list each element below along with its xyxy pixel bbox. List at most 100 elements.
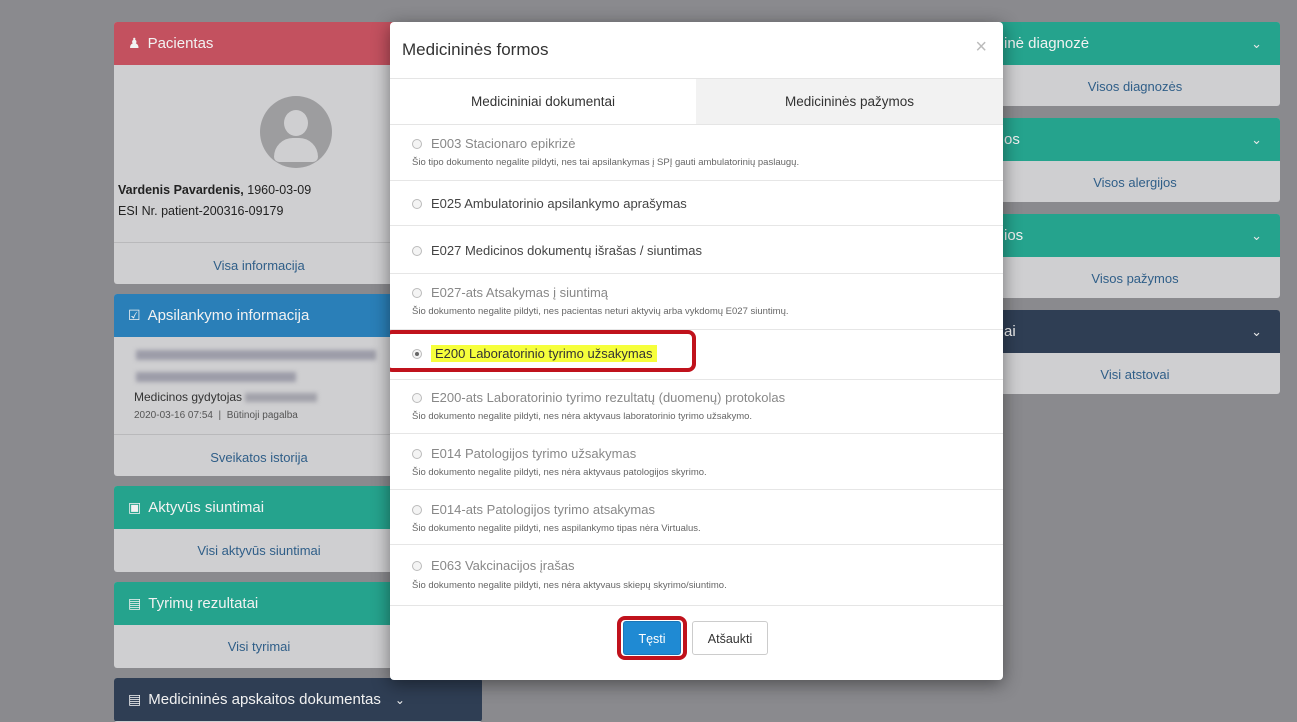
representatives-panel: ai ⌄ Visi atstovai — [990, 310, 1280, 394]
option-label: E003 Stacionaro epikrizė — [431, 136, 576, 151]
patient-info-link[interactable]: Visa informacija — [114, 258, 404, 273]
avatar-body-icon — [274, 138, 318, 162]
referrals-panel-title: Aktyvūs siuntimai — [148, 499, 265, 516]
option-e027-ats: E027-ats Atsakymas į siuntimą Šio dokume… — [390, 274, 1003, 330]
option-e200-ats: E200-ats Laboratorinio tyrimo rezultatų … — [390, 380, 1003, 434]
representatives-panel-title: ai — [1004, 323, 1016, 340]
patient-name-line: Vardenis Pavardenis, 1960-03-09 — [118, 183, 311, 197]
modal-title: Medicininės formos — [402, 40, 549, 59]
radio-button — [412, 504, 422, 515]
blurred-institution — [136, 350, 376, 360]
annotation-highlight-box — [390, 330, 696, 372]
representatives-panel-header[interactable]: ai ⌄ — [990, 310, 1280, 353]
chevron-down-icon: ⌄ — [1251, 35, 1262, 51]
avatar — [260, 96, 332, 168]
radio-button — [412, 392, 422, 403]
option-e025[interactable]: E025 Ambulatorinio apsilankymo aprašymas — [390, 181, 1003, 226]
chevron-down-icon: ⌄ — [394, 692, 405, 707]
all-representatives-link[interactable]: Visi atstovai — [990, 367, 1280, 382]
option-e003: E003 Stacionaro epikrizė Šio tipo dokume… — [390, 123, 1003, 181]
option-label: E027 Medicinos dokumentų išrašas / siunt… — [431, 243, 702, 258]
health-history-link[interactable]: Sveikatos istorija — [114, 450, 404, 465]
option-e027[interactable]: E027 Medicinos dokumentų išrašas / siunt… — [390, 226, 1003, 274]
option-label: E025 Ambulatorinio apsilankymo aprašymas — [431, 196, 687, 211]
tab-medical-certificates[interactable]: Medicininės pažymos — [696, 79, 1003, 124]
radio-button[interactable] — [412, 198, 422, 209]
option-note: Šio tipo dokumento negalite pildyti, nes… — [412, 157, 800, 168]
radio-button — [412, 448, 422, 459]
option-e063: E063 Vakcinacijos įrašas Šio dokumento n… — [390, 545, 1003, 605]
modal-tabs: Medicininiai dokumentai Medicininės pažy… — [390, 78, 1003, 125]
allergies-panel-title: os — [1004, 131, 1020, 148]
visit-doctor: Medicinos gydytojas — [134, 390, 243, 404]
option-label: E200-ats Laboratorinio tyrimo rezultatų … — [431, 390, 786, 405]
user-icon: ♟ — [128, 35, 141, 51]
option-label: E014-ats Patologijos tyrimo atsakymas — [431, 502, 655, 517]
option-note: Šio dokumento negalite pildyti, nes nėra… — [412, 467, 707, 478]
radio-button — [412, 287, 422, 298]
option-note: Šio dokumento negalite pildyti, nes nėra… — [412, 580, 727, 591]
certificates-panel-title: ios — [1004, 227, 1024, 244]
diagnosis-panel-title: inė diagnozė — [1004, 35, 1090, 52]
visit-meta: 2020-03-16 07:54 | Būtinoji pagalba — [134, 410, 298, 421]
checkbox-icon: ☑ — [128, 307, 141, 323]
radio-button[interactable] — [412, 245, 422, 256]
file-icon: ▤ — [128, 691, 142, 707]
certificates-panel-header[interactable]: ios ⌄ — [990, 214, 1280, 257]
radio-button — [412, 138, 422, 149]
option-label: E027-ats Atsakymas į siuntimą — [431, 285, 609, 300]
patient-esi: ESI Nr. patient-200316-09179 — [118, 204, 284, 218]
results-panel-header[interactable]: ▤ Tyrimų rezultatai — [114, 582, 404, 625]
allergies-panel-header[interactable]: os ⌄ — [990, 118, 1280, 161]
results-panel-title: Tyrimų rezultatai — [148, 595, 259, 612]
active-referrals-link[interactable]: Visi aktyvūs siuntimai — [114, 543, 404, 558]
archive-icon: ▤ — [128, 595, 142, 611]
allergies-panel: os ⌄ Visos alergijos — [990, 118, 1280, 202]
chevron-down-icon: ⌄ — [1251, 131, 1262, 147]
document-plus-icon: ▣ — [128, 499, 142, 515]
all-allergies-link[interactable]: Visos alergijos — [990, 175, 1280, 190]
certificates-panel: ios ⌄ Visos pažymos — [990, 214, 1280, 298]
patient-panel-header[interactable]: ♟ Pacientas — [114, 22, 404, 65]
all-certificates-link[interactable]: Visos pažymos — [990, 271, 1280, 286]
patient-name: Vardenis Pavardenis, — [118, 183, 244, 197]
radio-button — [412, 560, 422, 571]
visit-panel: ☑ Apsilankymo informacija Medicinos gydy… — [114, 294, 404, 476]
records-panel: ▤ Medicininės apskaitos dokumentas ⌄ — [114, 678, 482, 722]
option-note: Šio dokumento negalite pildyti, nes aspi… — [412, 523, 701, 534]
option-e014: E014 Patologijos tyrimo užsakymas Šio do… — [390, 434, 1003, 490]
blurred-institution-2 — [136, 372, 296, 382]
visit-panel-header[interactable]: ☑ Apsilankymo informacija — [114, 294, 404, 337]
cancel-button[interactable]: Atšaukti — [692, 621, 768, 655]
avatar-head-icon — [284, 110, 308, 136]
separator: | — [215, 410, 224, 421]
option-note: Šio dokumento negalite pildyti, nes nėra… — [412, 411, 753, 422]
blurred-doctor-name — [245, 393, 318, 403]
chevron-down-icon: ⌄ — [1251, 227, 1262, 243]
option-e014-ats: E014-ats Patologijos tyrimo atsakymas Ši… — [390, 490, 1003, 545]
all-diagnoses-link[interactable]: Visos diagnozės — [990, 79, 1280, 94]
divider — [114, 242, 404, 243]
diagnosis-panel-header[interactable]: inė diagnozė ⌄ — [990, 22, 1280, 65]
patient-dob: 1960-03-09 — [247, 183, 312, 197]
visit-doctor-line: Medicinos gydytojas — [134, 390, 318, 404]
visit-panel-title: Apsilankymo informacija — [147, 307, 310, 324]
referrals-panel: ▣ Aktyvūs siuntimai Visi aktyvūs siuntim… — [114, 486, 404, 572]
tab-medical-documents[interactable]: Medicininiai dokumentai — [390, 79, 696, 124]
annotation-highlight-box — [617, 616, 687, 660]
divider — [114, 434, 404, 435]
records-panel-header[interactable]: ▤ Medicininės apskaitos dokumentas ⌄ — [114, 678, 482, 721]
results-panel: ▤ Tyrimų rezultatai Visi tyrimai — [114, 582, 404, 668]
referrals-panel-header[interactable]: ▣ Aktyvūs siuntimai — [114, 486, 404, 529]
close-icon[interactable]: × — [975, 36, 987, 59]
all-tests-link[interactable]: Visi tyrimai — [114, 639, 404, 654]
option-label: E063 Vakcinacijos įrašas — [431, 558, 575, 573]
diagnosis-panel: inė diagnozė ⌄ Visos diagnozės — [990, 22, 1280, 106]
patient-panel: ♟ Pacientas Vardenis Pavardenis, 1960-03… — [114, 22, 404, 284]
medical-forms-modal: Medicininės formos × Medicininiai dokume… — [390, 22, 1003, 680]
option-label: E014 Patologijos tyrimo užsakymas — [431, 446, 637, 461]
visit-datetime: 2020-03-16 07:54 — [134, 410, 213, 421]
patient-panel-title: Pacientas — [147, 35, 214, 52]
visit-type: Būtinoji pagalba — [226, 410, 298, 421]
records-panel-title: Medicininės apskaitos dokumentas — [148, 691, 381, 708]
